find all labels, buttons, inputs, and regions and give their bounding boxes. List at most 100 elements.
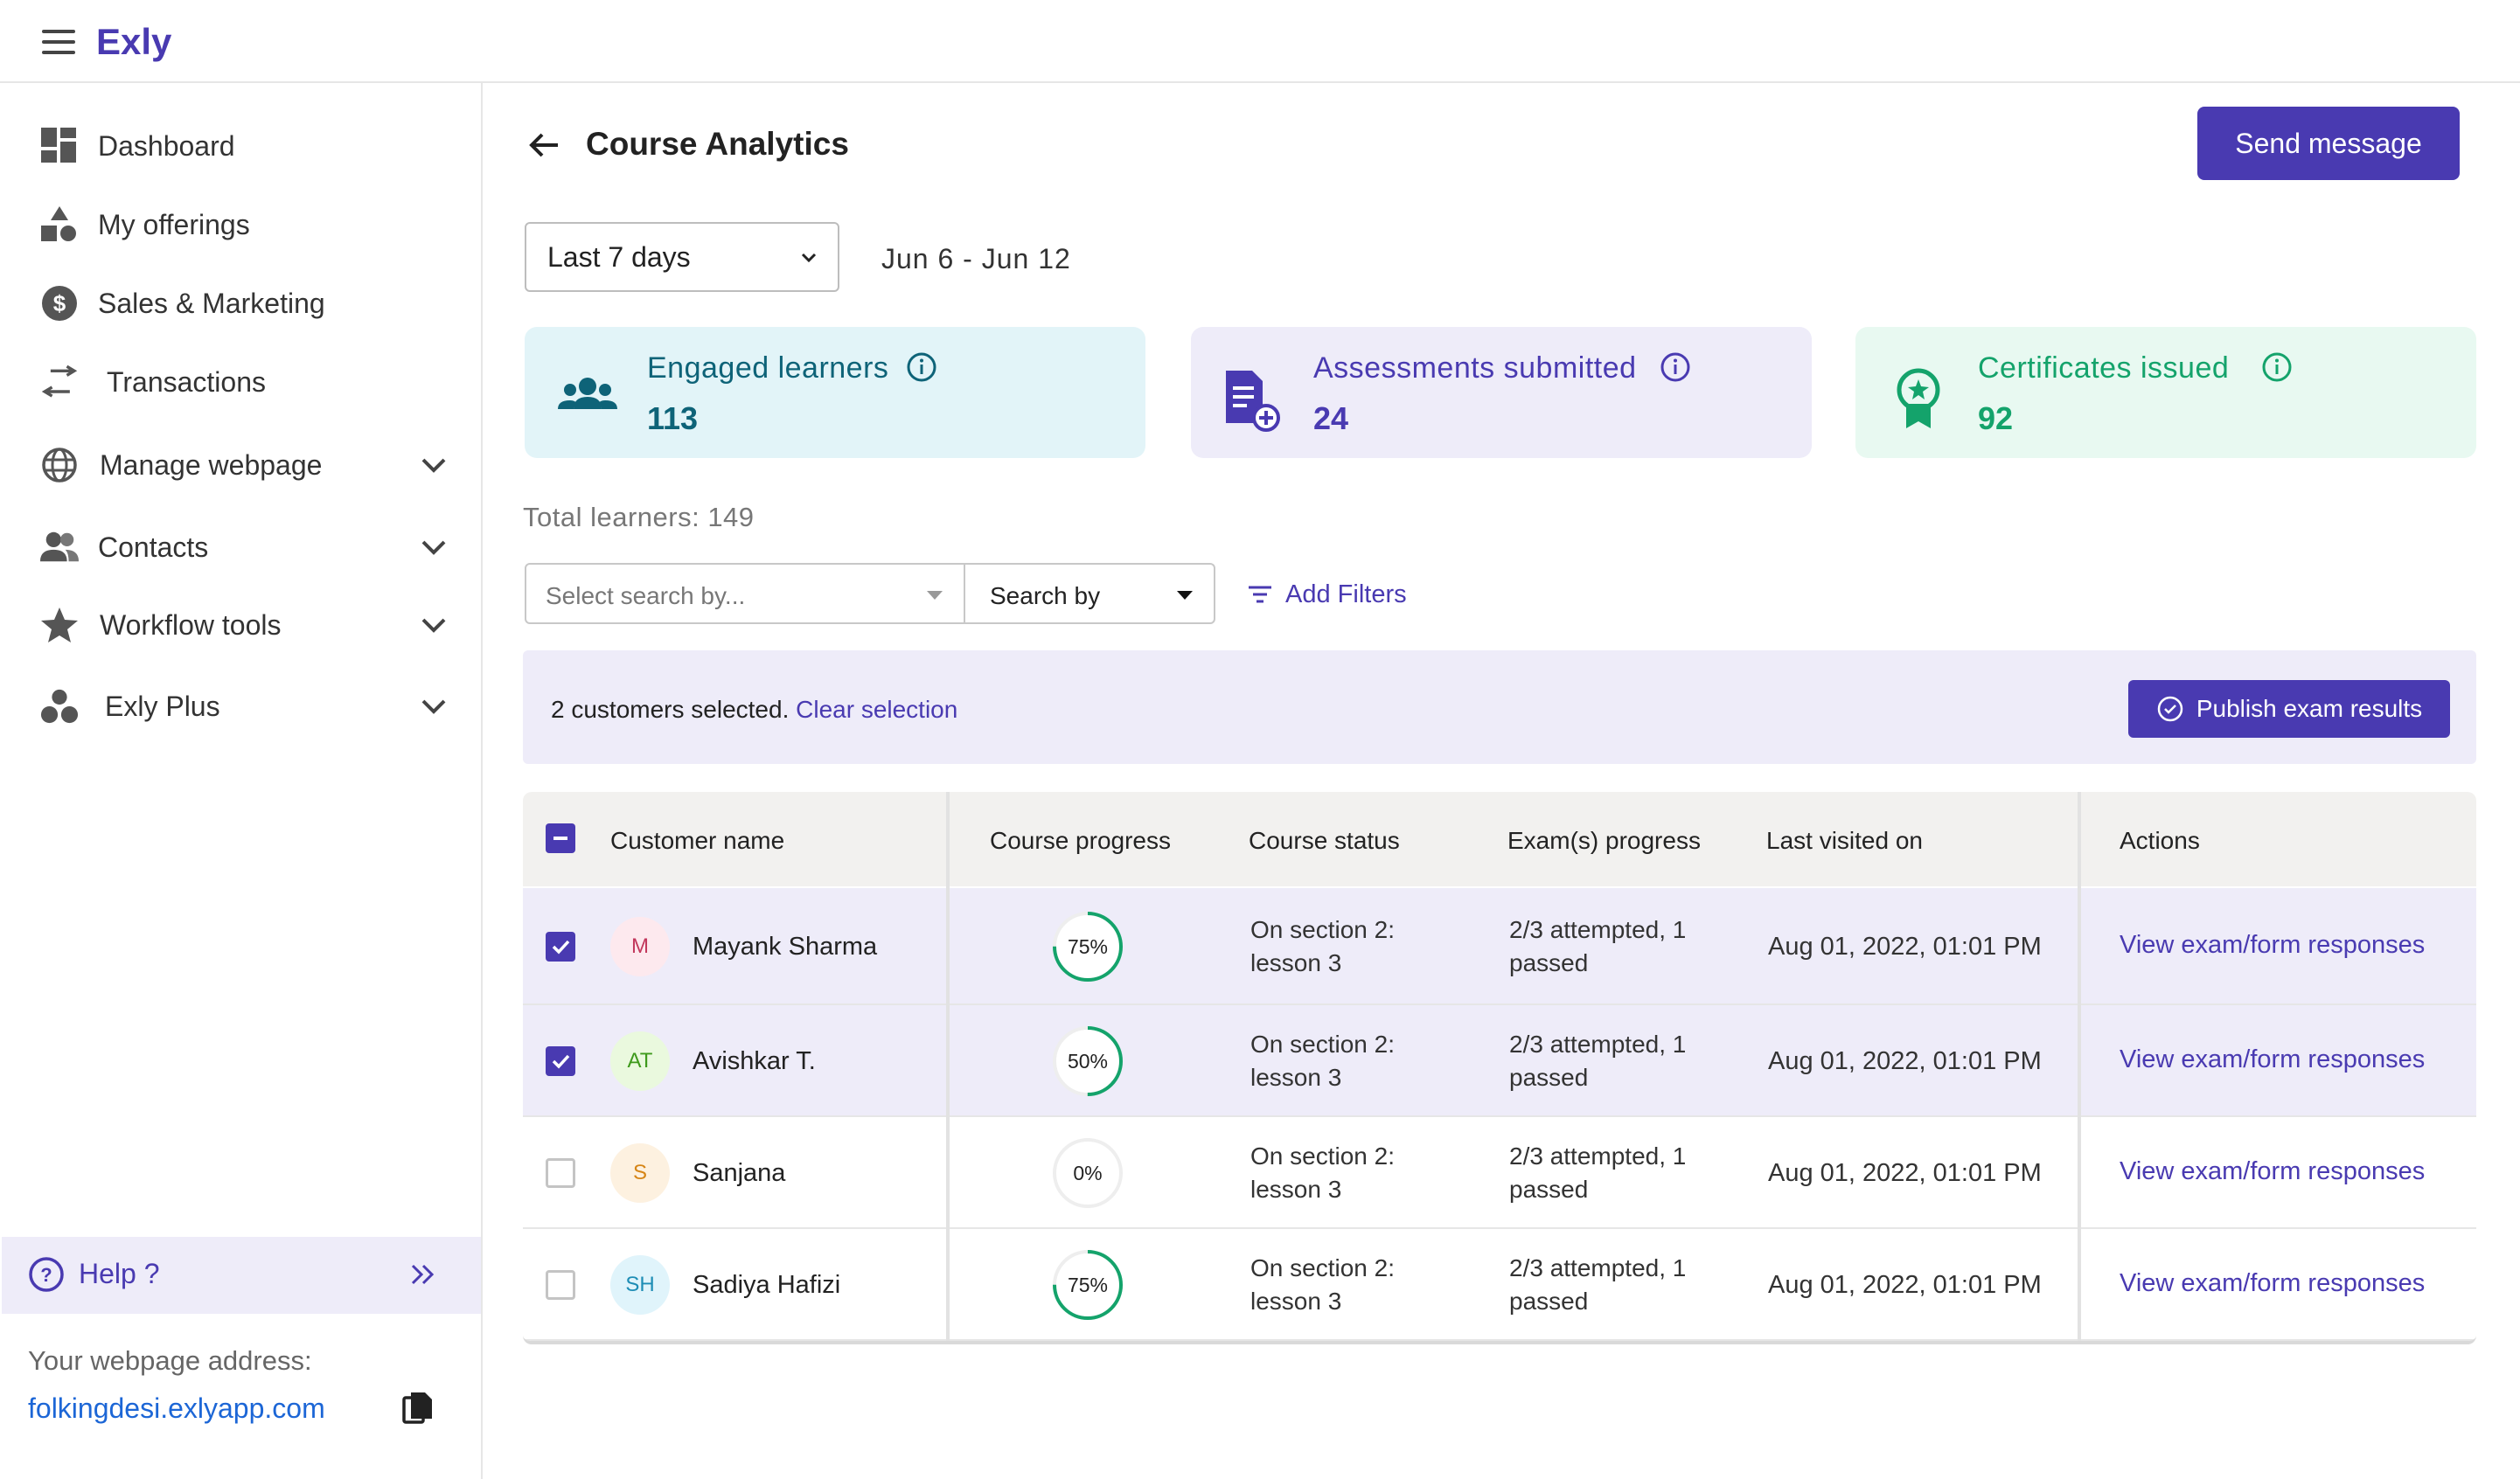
stat-card-certificates-issued: Certificates issued 92 <box>1855 327 2476 458</box>
app-logo[interactable]: Exly <box>96 21 171 63</box>
exam-progress: 2/3 attempted, 1 passed <box>1509 1140 1686 1206</box>
selection-summary: 2 customers selected. Clear selection <box>551 696 957 724</box>
view-responses-link[interactable]: View exam/form responses <box>2120 1269 2425 1298</box>
course-status-line: lesson 3 <box>1250 1064 1342 1091</box>
sidebar-item-label: My offerings <box>98 208 250 240</box>
course-status-line: lesson 3 <box>1250 1288 1342 1315</box>
customer-name: Sanjana <box>693 1159 786 1187</box>
table-row[interactable]: M Mayank Sharma 75% On section 2: lesson 3 2/… <box>523 888 2476 1005</box>
view-responses-link[interactable]: View exam/form responses <box>2120 1157 2425 1186</box>
row-checkbox[interactable] <box>546 1270 575 1300</box>
sidebar-item-label: Workflow tools <box>100 608 282 641</box>
row-checkbox[interactable] <box>546 932 575 962</box>
sidebar-item-manage-webpage[interactable]: Manage webpage <box>0 430 481 500</box>
chevron-down-icon[interactable] <box>418 609 449 641</box>
svg-text:?: ? <box>40 1264 52 1286</box>
last-visited: Aug 01, 2022, 01:01 PM <box>1768 1047 2042 1075</box>
customer-name: Avishkar T. <box>693 1047 816 1075</box>
selection-count-text: 2 customers selected. <box>551 696 790 723</box>
avatar-initials: S <box>632 1161 647 1184</box>
caret-down-icon <box>1177 591 1193 600</box>
column-header-exams-progress[interactable]: Exam(s) progress <box>1507 827 1701 855</box>
add-filters-button[interactable]: Add Filters <box>1245 577 1407 612</box>
help-icon: ? <box>29 1257 64 1292</box>
sidebar-item-contacts[interactable]: Contacts <box>0 512 481 582</box>
row-checkbox[interactable] <box>546 1046 575 1076</box>
period-select-value: Last 7 days <box>547 241 691 273</box>
customer-name: Sadiya Hafizi <box>693 1271 841 1299</box>
webpage-address-link[interactable]: folkingdesi.exlyapp.com <box>28 1392 325 1425</box>
transfer-arrows-icon <box>40 363 79 401</box>
course-progress-value: 75% <box>1067 1273 1109 1296</box>
course-progress-ring: 75% <box>1049 908 1126 985</box>
table-row[interactable]: S Sanjana 0% On section 2: lesson 3 2/3 attem… <box>523 1117 2476 1229</box>
help-bar[interactable]: ? Help ? <box>2 1237 481 1314</box>
exam-progress-line: passed <box>1509 1288 1589 1315</box>
star-icon <box>40 606 79 644</box>
sidebar-item-transactions[interactable]: Transactions <box>0 347 481 417</box>
svg-text:$: $ <box>53 290 66 316</box>
sidebar-item-workflow-tools[interactable]: Workflow tools <box>0 590 481 660</box>
top-bar: Exly <box>0 0 2520 83</box>
stat-card-engaged-learners: Engaged learners 113 <box>525 327 1145 458</box>
info-icon[interactable] <box>1660 351 1691 383</box>
copy-icon[interactable] <box>402 1391 434 1426</box>
select-all-checkbox[interactable] <box>546 823 575 853</box>
column-header-course-progress[interactable]: Course progress <box>990 827 1171 855</box>
search-by-value: Search by <box>990 582 1101 609</box>
dashboard-icon <box>40 127 79 165</box>
view-responses-link[interactable]: View exam/form responses <box>2120 1045 2425 1074</box>
help-label[interactable]: Help ? <box>79 1258 160 1290</box>
checkmark-icon <box>552 1054 570 1069</box>
chevron-down-icon[interactable] <box>418 531 449 563</box>
column-header-last-visited[interactable]: Last visited on <box>1766 827 1923 855</box>
course-status: On section 2: lesson 3 <box>1250 1252 1395 1318</box>
course-status: On section 2: lesson 3 <box>1250 1140 1395 1206</box>
table-row[interactable]: SH Sadiya Hafizi 75% On section 2: lesson 3 2… <box>523 1229 2476 1341</box>
column-header-customer-name[interactable]: Customer name <box>610 827 784 855</box>
column-divider <box>946 792 950 1341</box>
last-visited: Aug 01, 2022, 01:01 PM <box>1768 1271 2042 1299</box>
course-progress-ring: 0% <box>1049 1135 1126 1212</box>
stat-card-assessments-submitted: Assessments submitted 24 <box>1191 327 1812 458</box>
publish-label: Publish exam results <box>2196 695 2423 722</box>
back-arrow-icon[interactable] <box>526 128 561 163</box>
exam-progress-line: passed <box>1509 1064 1589 1091</box>
double-chevron-right-icon[interactable] <box>406 1258 439 1291</box>
stat-label: Certificates issued <box>1978 351 2230 385</box>
search-input[interactable]: Select search by... <box>525 563 965 624</box>
table-row[interactable]: AT Avishkar T. 50% On section 2: lesson 3 2/3… <box>523 1005 2476 1117</box>
sidebar-item-dashboard[interactable]: Dashboard <box>0 111 481 181</box>
publish-exam-results-button[interactable]: Publish exam results <box>2128 680 2450 738</box>
row-checkbox[interactable] <box>546 1158 575 1188</box>
stat-label: Assessments submitted <box>1313 351 1637 385</box>
send-message-button[interactable]: Send message <box>2197 107 2460 180</box>
view-responses-link[interactable]: View exam/form responses <box>2120 931 2425 960</box>
course-progress-value: 0% <box>1073 1161 1103 1184</box>
exly-plus-icon <box>40 687 79 726</box>
sidebar-item-label: Dashboard <box>98 129 235 162</box>
sidebar-item-exly-plus[interactable]: Exly Plus <box>0 671 481 741</box>
avatar: S <box>610 1143 670 1203</box>
learners-table: Customer name Course progress Course sta… <box>523 792 2476 1344</box>
info-icon[interactable] <box>2261 351 2293 383</box>
course-status-line: lesson 3 <box>1250 949 1342 976</box>
period-select[interactable]: Last 7 days <box>525 222 839 292</box>
minus-icon <box>553 837 567 840</box>
sidebar-item-my-offerings[interactable]: My offerings <box>0 190 481 260</box>
stat-label: Engaged learners <box>647 351 889 385</box>
exam-progress-line: 2/3 attempted, 1 <box>1509 1031 1687 1058</box>
filter-icon <box>1249 586 1271 603</box>
check-circle-icon <box>2157 696 2183 722</box>
hamburger-menu-icon[interactable] <box>42 30 75 54</box>
column-header-course-status[interactable]: Course status <box>1249 827 1400 855</box>
search-by-select[interactable]: Search by <box>964 563 1215 624</box>
last-visited: Aug 01, 2022, 01:01 PM <box>1768 933 2042 961</box>
chevron-down-icon[interactable] <box>418 691 449 722</box>
sidebar-item-sales-marketing[interactable]: $ Sales & Marketing <box>0 268 481 338</box>
info-icon[interactable] <box>906 351 937 383</box>
clear-selection-link[interactable]: Clear selection <box>796 696 957 723</box>
chevron-down-icon[interactable] <box>418 449 449 481</box>
course-progress-ring: 50% <box>1049 1023 1126 1100</box>
chevron-down-icon <box>801 253 817 263</box>
